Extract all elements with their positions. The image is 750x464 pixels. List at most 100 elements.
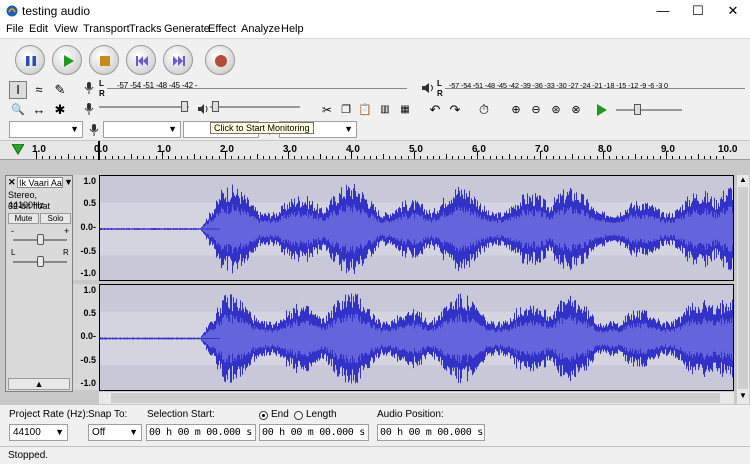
pinned-play-head-icon[interactable]	[12, 144, 24, 155]
selection-tool[interactable]: I	[9, 81, 27, 99]
copy-button[interactable]: ❐	[337, 101, 355, 119]
redo-button[interactable]: ↷	[446, 101, 464, 119]
cut-button[interactable]: ✂	[318, 101, 336, 119]
track-menu-chevron-icon[interactable]: ▼	[64, 177, 73, 187]
trim-button[interactable]: ▥	[376, 101, 394, 119]
timeline-tick	[451, 156, 453, 159]
sync-lock-button[interactable]: ⏱	[475, 101, 493, 119]
channel1-scale[interactable]: 1.0 0.5 0.0- -0.5 -1.0	[73, 175, 99, 280]
pan-slider[interactable]	[13, 256, 67, 267]
pan-thumb[interactable]	[37, 256, 44, 267]
silence-button[interactable]: ▦	[396, 101, 414, 119]
zoom-in-button[interactable]: ⊕	[507, 101, 525, 119]
speaker-icon	[422, 83, 433, 93]
close-button[interactable]: ✕	[716, 0, 750, 22]
recording-device-mic-icon	[89, 124, 99, 136]
menu-help[interactable]: Help	[281, 23, 304, 35]
recording-device-select[interactable]: ▼	[103, 121, 181, 138]
draw-tool[interactable]: ✎	[51, 81, 69, 99]
collapse-track-button[interactable]: ▲	[8, 378, 70, 390]
timeline-tick	[684, 156, 686, 159]
audio-host-select[interactable]: ▼	[9, 121, 83, 138]
play-volume-slider[interactable]	[210, 101, 300, 112]
redo-icon: ↷	[449, 102, 461, 117]
stop-icon	[100, 56, 110, 66]
solo-button[interactable]: Solo	[40, 213, 71, 224]
zoom-tool[interactable]: 🔍	[9, 101, 27, 119]
track-name-button[interactable]: Ik Vaari Aa	[17, 177, 63, 188]
channel2-scale[interactable]: 1.0 0.5 0.0- -0.5 -1.0	[73, 284, 99, 390]
timeline-tick	[36, 151, 37, 159]
timeline-tick	[634, 154, 636, 159]
timeline-tick	[666, 151, 667, 159]
scroll-up-icon[interactable]: ▲	[739, 175, 747, 184]
envelope-tool[interactable]: ≈	[30, 81, 48, 99]
minimize-button[interactable]: —	[646, 0, 680, 22]
record-meter[interactable]: -57 -54 -51 -48 -45 -42 -	[107, 79, 407, 90]
skip-end-button[interactable]	[163, 45, 193, 75]
track-control-panel[interactable]: ✕ Ik Vaari Aa ▼ Stereo, 44100Hz 32-bit f…	[5, 175, 73, 392]
scroll-down-icon[interactable]: ▼	[739, 391, 747, 400]
scale-label: -0.5	[80, 246, 96, 256]
end-radio[interactable]	[259, 411, 268, 420]
record-volume-slider[interactable]	[99, 101, 189, 112]
mute-button[interactable]: Mute	[8, 213, 39, 224]
timeline-tick	[136, 156, 138, 159]
record-volume-thumb[interactable]	[181, 101, 188, 112]
gain-thumb[interactable]	[37, 234, 44, 245]
audio-position-time[interactable]: 00 h 00 m 00.000 s	[377, 424, 485, 441]
timeline-tick	[603, 151, 604, 159]
maximize-button[interactable]: ☐	[681, 0, 715, 22]
paste-button[interactable]: 📋	[356, 101, 374, 119]
timeline-tick	[80, 156, 82, 159]
fit-selection-icon: ⊛	[551, 104, 561, 116]
record-button[interactable]	[205, 45, 235, 75]
play-volume-thumb[interactable]	[212, 101, 219, 112]
timeline-tick	[143, 156, 145, 159]
vertical-scroll-thumb[interactable]	[738, 187, 748, 389]
vertical-scrollbar[interactable]: ▲ ▼	[737, 175, 749, 404]
length-radio[interactable]	[294, 411, 303, 420]
menu-view[interactable]: View	[54, 23, 78, 35]
pause-button[interactable]	[15, 45, 45, 75]
project-rate-value: 44100	[13, 427, 41, 438]
gain-slider[interactable]	[13, 234, 67, 245]
horizontal-scroll-thumb[interactable]	[111, 393, 720, 403]
timeline-tick	[495, 156, 497, 159]
track-close-button[interactable]: ✕	[8, 177, 16, 188]
fit-selection-button[interactable]: ⊛	[547, 101, 565, 119]
horizontal-scrollbar[interactable]	[99, 392, 734, 404]
playback-meter[interactable]: -57 -54 -51 -48 -45 -42 -39 -36 -33 -30 …	[445, 79, 745, 90]
undo-button[interactable]: ↶	[426, 101, 444, 119]
timeline-label: 1.0	[32, 144, 46, 155]
menu-file[interactable]: File	[6, 23, 24, 35]
audacity-logo-icon	[6, 5, 18, 17]
menu-tracks[interactable]: Tracks	[129, 23, 162, 35]
timeline-tick	[376, 156, 378, 159]
waveform-channel-2[interactable]	[99, 284, 734, 391]
project-rate-select[interactable]: 44100 ▼	[9, 424, 68, 441]
menu-generate[interactable]: Generate	[164, 23, 210, 35]
selection-end-time[interactable]: 00 h 00 m 00.000 s	[259, 424, 369, 441]
skip-start-button[interactable]	[126, 45, 156, 75]
timeline-tick	[432, 156, 434, 159]
time-shift-tool[interactable]: ↔	[30, 101, 48, 119]
play-speed-thumb[interactable]	[634, 104, 641, 115]
menu-effect[interactable]: Effect	[208, 23, 236, 35]
zoom-out-button[interactable]: ⊖	[527, 101, 545, 119]
stop-button[interactable]	[89, 45, 119, 75]
selection-start-time[interactable]: 00 h 00 m 00.000 s	[146, 424, 256, 441]
play-speed-slider[interactable]	[616, 104, 682, 115]
trim-icon: ▥	[380, 104, 390, 115]
timeline-ruler[interactable]: 1.0 0.0 1.0 2.0 3.0 4.0 5.0 6.0 7.0 8.0 …	[0, 140, 750, 160]
play-button[interactable]	[52, 45, 82, 75]
menu-edit[interactable]: Edit	[29, 23, 48, 35]
menu-analyze[interactable]: Analyze	[241, 23, 280, 35]
snap-to-select[interactable]: Off ▼	[88, 424, 142, 441]
waveform-channel-1[interactable]	[99, 175, 734, 281]
menu-transport[interactable]: Transport	[83, 23, 130, 35]
fit-project-button[interactable]: ⊗	[567, 101, 585, 119]
multi-tool[interactable]: ✱	[51, 101, 69, 119]
play-meter-r: R	[437, 89, 443, 98]
play-at-speed-icon[interactable]	[596, 103, 608, 117]
